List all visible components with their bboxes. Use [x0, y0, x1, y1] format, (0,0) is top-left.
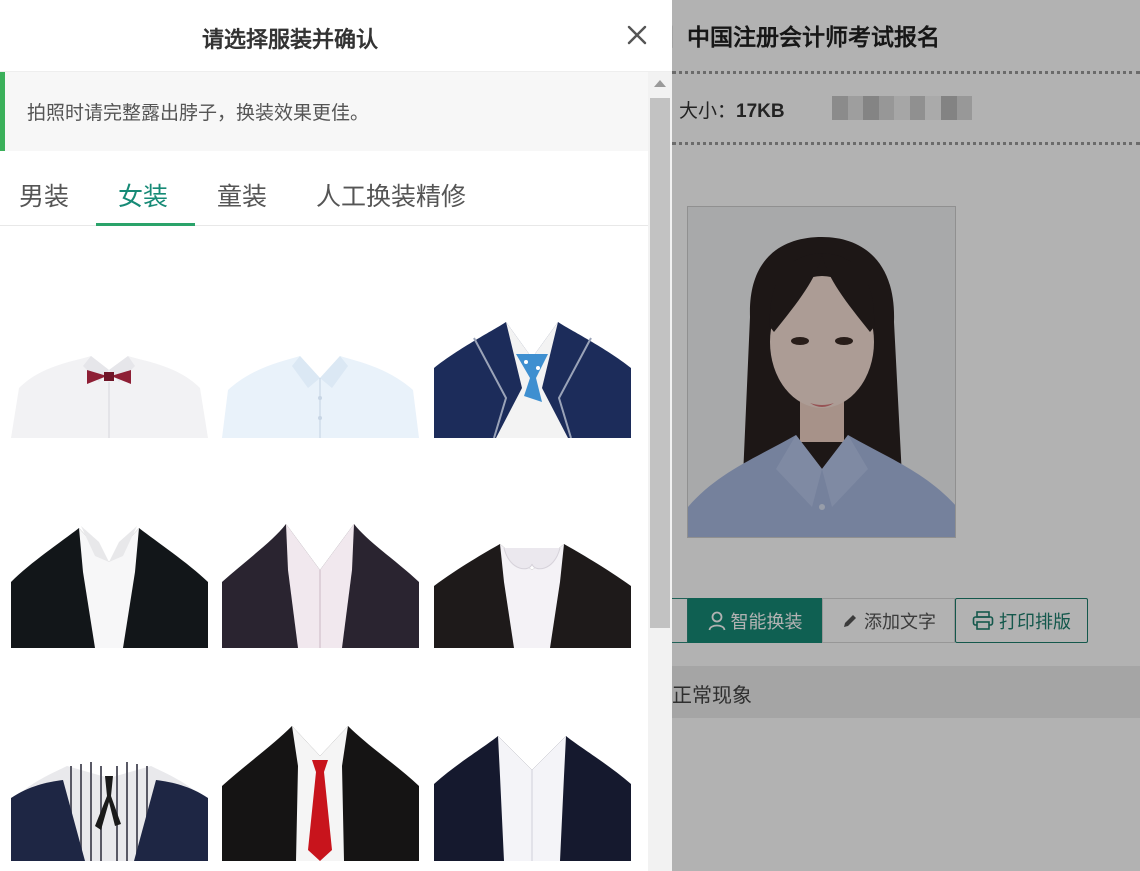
- garment-grid: [0, 226, 648, 871]
- clothing-selection-drawer: 请选择服装并确认 拍照时请完整露出脖子，换装效果更佳。 男装 女装 童装 人工换…: [0, 0, 672, 871]
- tip-banner: 拍照时请完整露出脖子，换装效果更佳。: [0, 72, 648, 151]
- tab-manual-retouch[interactable]: 人工换装精修: [316, 177, 466, 213]
- close-button[interactable]: [620, 18, 654, 52]
- garment-light-blue-shirt[interactable]: [222, 318, 419, 478]
- tab-children[interactable]: 童装: [217, 177, 267, 213]
- garment-white-shirt-red-bowtie[interactable]: [11, 318, 208, 478]
- garment-black-blazer-round-collar[interactable]: [434, 522, 631, 682]
- drawer-scrollbar[interactable]: [648, 72, 672, 871]
- tab-men[interactable]: 男装: [19, 177, 69, 213]
- garment-dark-blazer-pink-shirt[interactable]: [222, 522, 419, 682]
- drawer-title: 请选择服装并确认: [201, 28, 378, 53]
- scroll-up-arrow-icon[interactable]: [654, 80, 666, 87]
- tab-women[interactable]: 女装: [118, 177, 168, 213]
- scrollbar-thumb[interactable]: [650, 98, 670, 628]
- garment-navy-blazer-blue-scarf[interactable]: [434, 318, 631, 478]
- tip-text: 拍照时请完整露出脖子，换装效果更佳。: [27, 102, 370, 124]
- garment-black-blazer-white-shirt[interactable]: [11, 522, 208, 682]
- clothing-tabs: 男装 女装 童装 人工换装精修: [0, 151, 648, 226]
- garment-navy-blazer-white-shirt[interactable]: [434, 726, 631, 871]
- drawer-header: 请选择服装并确认: [0, 0, 672, 72]
- garment-navy-vest-striped-shirt[interactable]: [11, 726, 208, 871]
- garment-black-suit-red-tie[interactable]: [222, 726, 419, 871]
- close-icon: [627, 25, 647, 45]
